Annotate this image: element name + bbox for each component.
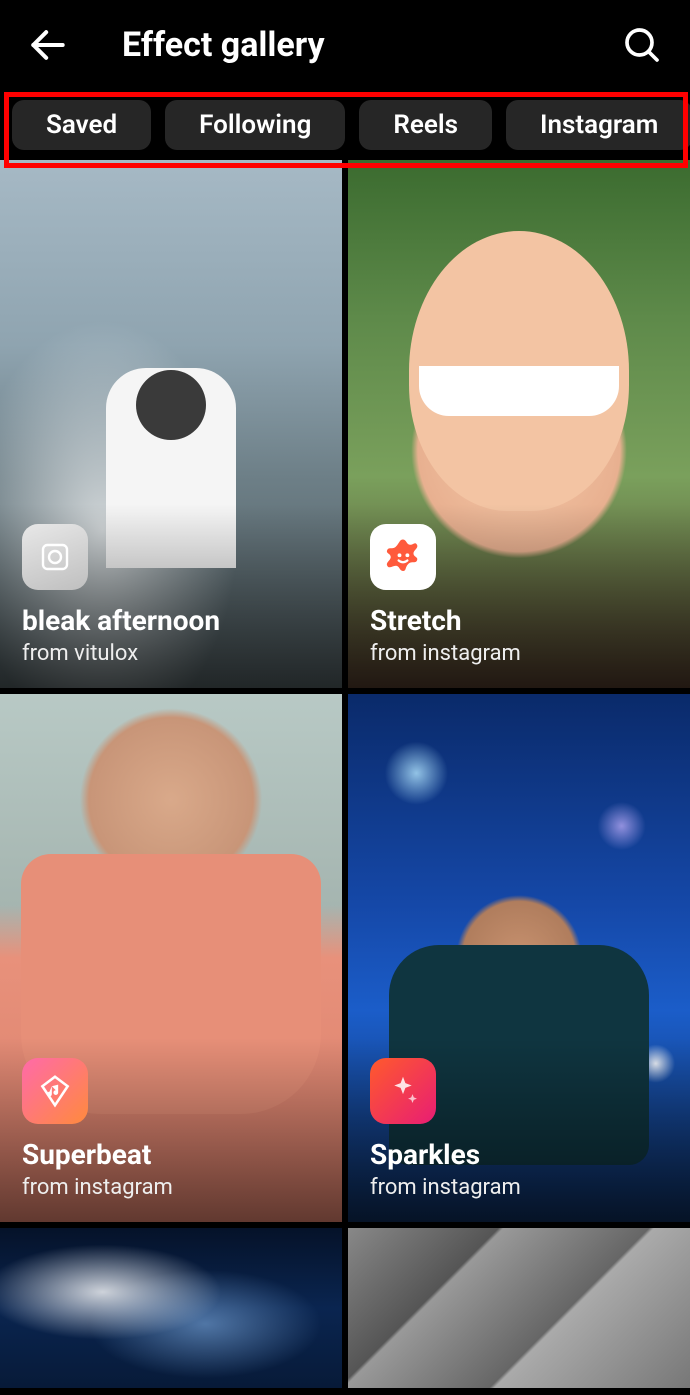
camera-frame-icon xyxy=(37,539,73,575)
sparkle-icon xyxy=(384,1072,422,1110)
page-title: Effect gallery xyxy=(122,25,618,65)
effect-name: bleak afternoon xyxy=(22,604,320,637)
effect-author: from instagram xyxy=(370,641,668,666)
effect-icon xyxy=(22,1058,88,1124)
effects-grid: bleak afternoon from vitulox Stretch fro… xyxy=(0,160,690,1388)
header: Effect gallery xyxy=(0,0,690,90)
effect-author: from vitulox xyxy=(22,641,320,666)
tab-saved[interactable]: Saved xyxy=(12,100,151,150)
effect-overlay: Sparkles from instagram xyxy=(348,1038,690,1222)
star-blob-icon xyxy=(382,536,424,578)
effect-author: from instagram xyxy=(22,1175,320,1200)
effect-name: Superbeat xyxy=(22,1138,320,1171)
effect-tile[interactable]: Superbeat from instagram xyxy=(0,694,342,1222)
back-arrow-icon xyxy=(26,23,70,67)
effect-icon xyxy=(370,1058,436,1124)
tab-reels[interactable]: Reels xyxy=(359,100,492,150)
effect-tile[interactable]: bleak afternoon from vitulox xyxy=(0,160,342,688)
effect-overlay: bleak afternoon from vitulox xyxy=(0,504,342,688)
search-icon xyxy=(622,25,662,65)
music-diamond-icon xyxy=(36,1072,74,1110)
effect-preview-image xyxy=(348,1228,690,1388)
category-tabs[interactable]: Saved Following Reels Instagram xyxy=(0,90,690,160)
effect-name: Stretch xyxy=(370,604,668,637)
tab-following[interactable]: Following xyxy=(165,100,345,150)
effect-author: from instagram xyxy=(370,1175,668,1200)
effect-tile[interactable]: Stretch from instagram xyxy=(348,160,690,688)
effect-tile[interactable] xyxy=(348,1228,690,1388)
tab-instagram[interactable]: Instagram xyxy=(506,100,690,150)
effect-preview-image xyxy=(0,1228,342,1388)
back-button[interactable] xyxy=(24,21,72,69)
effect-icon xyxy=(370,524,436,590)
effect-overlay: Superbeat from instagram xyxy=(0,1038,342,1222)
effect-tile[interactable]: Sparkles from instagram xyxy=(348,694,690,1222)
effect-icon xyxy=(22,524,88,590)
effect-name: Sparkles xyxy=(370,1138,668,1171)
effect-tile[interactable] xyxy=(0,1228,342,1388)
effect-overlay: Stretch from instagram xyxy=(348,504,690,688)
search-button[interactable] xyxy=(618,21,666,69)
